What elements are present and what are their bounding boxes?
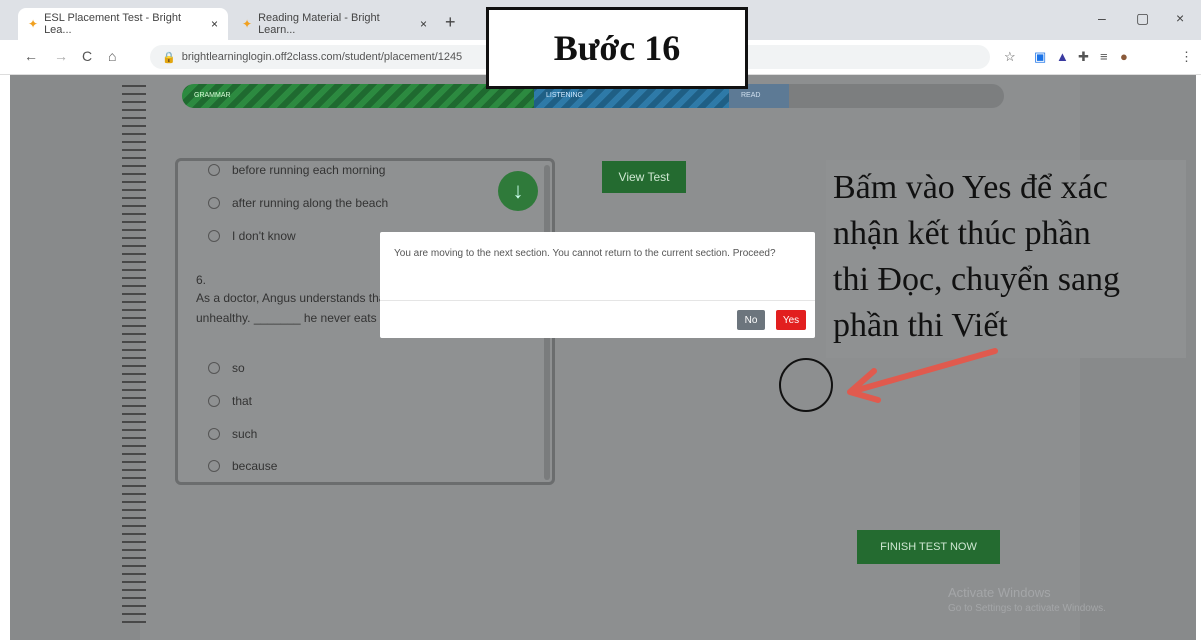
reload-button[interactable]: C <box>82 48 92 64</box>
radio-icon <box>208 428 220 440</box>
download-icon[interactable]: ↓ <box>498 171 538 211</box>
tab-title: Reading Material - Bright Learn... <box>258 12 380 36</box>
close-window-button[interactable]: × <box>1176 10 1184 26</box>
url-text: brightlearninglogin.off2class.com/studen… <box>181 51 463 63</box>
activate-windows-watermark: Activate Windows <box>948 585 1051 600</box>
menu-icon[interactable]: ⋮ <box>1180 49 1193 65</box>
tab-placement-test[interactable]: ✦ ESL Placement Test - Bright Lea... × <box>18 8 228 40</box>
activate-windows-subtext: Go to Settings to activate Windows. <box>948 603 1106 614</box>
finish-test-button[interactable]: FINISH TEST NOW <box>857 530 1000 564</box>
radio-icon <box>208 460 220 472</box>
option-prev-3[interactable]: I don't know <box>208 229 296 243</box>
star-icon[interactable]: ☆ <box>1004 49 1016 65</box>
forward-button[interactable]: → <box>54 48 68 64</box>
tab-close-icon[interactable]: × <box>420 17 427 31</box>
option-label: such <box>232 427 258 441</box>
pointer-arrow-icon <box>847 348 998 403</box>
notebook-spiral <box>122 85 146 625</box>
tab-close-icon[interactable]: × <box>211 17 218 31</box>
option-label: because <box>232 459 278 473</box>
home-button[interactable]: ⌂ <box>108 48 116 64</box>
option-label: before running each morning <box>232 163 386 177</box>
tab-title: ESL Placement Test - Bright Lea... <box>44 12 182 36</box>
radio-icon <box>208 197 220 209</box>
annotation-line: nhận kết thúc phần <box>833 215 1091 252</box>
no-button[interactable]: No <box>737 310 765 330</box>
yes-button[interactable]: Yes <box>776 310 806 330</box>
lock-icon: 🔒 <box>162 51 176 64</box>
new-tab-button[interactable]: + <box>445 12 456 33</box>
extension-icon[interactable]: ▲ <box>1056 49 1069 64</box>
site-favicon-icon: ✦ <box>242 17 253 31</box>
tab-reading-material[interactable]: ✦ Reading Material - Bright Learn... × <box>232 8 437 40</box>
annotation-line: phần thi Viết <box>833 307 1008 344</box>
annotation-line: thi Đọc, chuyển sang <box>833 261 1121 298</box>
reading-list-icon[interactable]: ≡ <box>1100 49 1108 64</box>
option-label: so <box>232 361 245 375</box>
minimize-button[interactable]: – <box>1098 10 1106 26</box>
dialog-divider <box>380 300 815 301</box>
option-label: I don't know <box>232 229 296 243</box>
option-such[interactable]: such <box>208 427 257 441</box>
site-favicon-icon: ✦ <box>28 17 39 31</box>
dialog-message: You are moving to the next section. You … <box>394 248 776 259</box>
option-prev-1[interactable]: before running each morning <box>208 163 385 177</box>
option-prev-2[interactable]: after running along the beach <box>208 196 388 210</box>
radio-icon <box>208 164 220 176</box>
option-label: after running along the beach <box>232 196 389 210</box>
option-so[interactable]: so <box>208 361 245 375</box>
option-that[interactable]: that <box>208 394 252 408</box>
radio-icon <box>208 362 220 374</box>
instruction-annotation: Bấm vào Yes để xác nhận kết thúc phần th… <box>833 165 1183 349</box>
extension-icon[interactable]: ▣ <box>1034 49 1046 65</box>
puzzle-icon[interactable]: ✚ <box>1078 49 1089 65</box>
confirm-dialog: You are moving to the next section. You … <box>380 232 815 338</box>
avatar[interactable]: ● <box>1120 49 1128 64</box>
question-text-line-2: unhealthy. _______ he never eats <box>196 311 377 325</box>
view-test-button[interactable]: View Test <box>602 161 686 193</box>
radio-icon <box>208 395 220 407</box>
option-label: that <box>232 394 253 408</box>
annotation-line: Bấm vào Yes để xác <box>833 169 1108 206</box>
step-label: Bước 16 <box>486 7 748 89</box>
progress-grammar: GRAMMAR <box>182 84 534 108</box>
back-button[interactable]: ← <box>24 48 38 64</box>
question-number: 6. <box>196 273 207 287</box>
radio-icon <box>208 230 220 242</box>
highlight-circle <box>779 358 833 412</box>
option-because[interactable]: because <box>208 459 277 473</box>
maximize-button[interactable]: ▢ <box>1136 10 1149 27</box>
